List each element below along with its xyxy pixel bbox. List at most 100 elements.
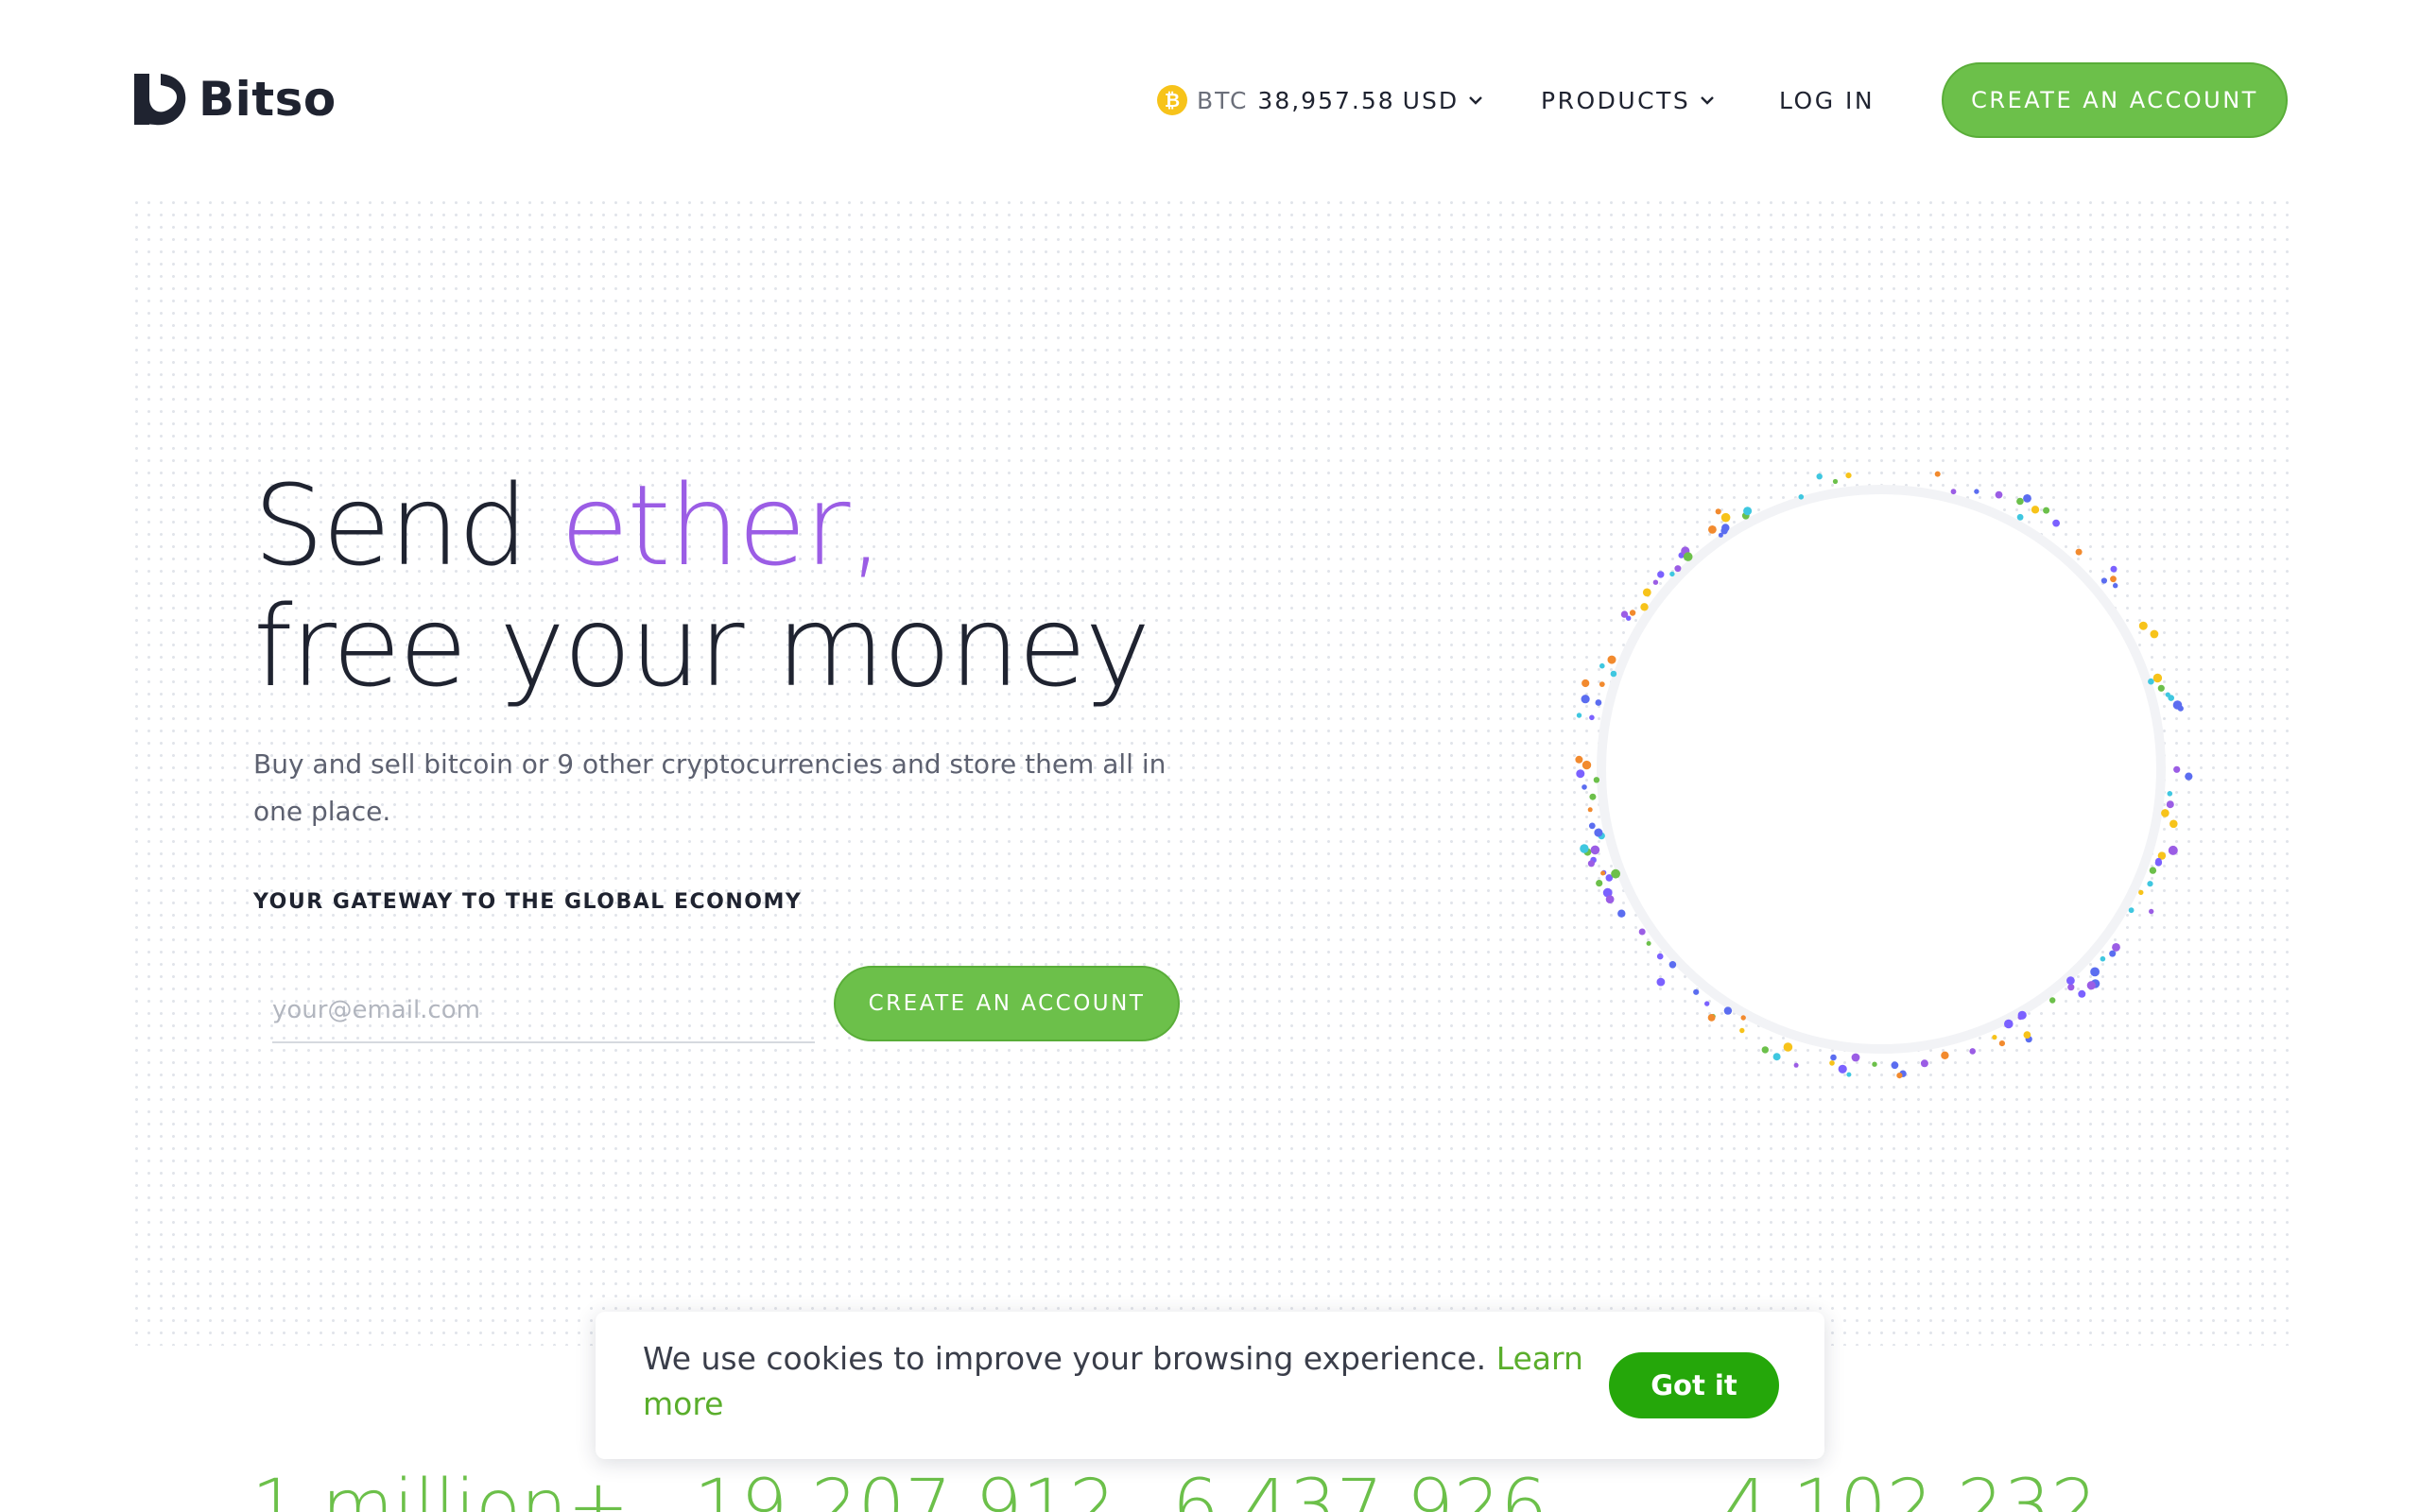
orb-particle — [1830, 1054, 1837, 1061]
orb-particle — [1941, 1051, 1949, 1059]
orb-particle — [2150, 629, 2159, 639]
orb-particle — [2004, 1019, 2014, 1029]
orb-particle — [1610, 670, 1617, 678]
hero-create-account-button[interactable]: CREATE AN ACCOUNT — [834, 966, 1180, 1041]
orb-particle — [1739, 1027, 1745, 1034]
stat-value-2: 19,207,912 — [694, 1465, 1116, 1512]
orb-particle — [2110, 576, 2117, 583]
create-account-button[interactable]: CREATE AN ACCOUNT — [1942, 62, 2288, 138]
orb-particle — [1995, 490, 2003, 499]
orb-particle — [2075, 548, 2083, 556]
cookie-text: We use cookies to improve your browsing … — [643, 1340, 1487, 1377]
orb-particle — [2100, 955, 2106, 962]
orb-particle — [1652, 579, 1659, 585]
bitso-logo[interactable]: Bitso — [132, 72, 337, 127]
orb-particle — [1582, 679, 1590, 688]
bitcoin-icon: ₿ — [1157, 85, 1187, 115]
login-link[interactable]: LOG IN — [1779, 62, 1875, 138]
orb-particle — [1611, 868, 1620, 879]
orb-particle — [2066, 976, 2075, 986]
orb-particle — [2067, 984, 2075, 991]
orb-particle — [1669, 571, 1675, 577]
orb-particle — [1594, 828, 1603, 837]
email-input[interactable] — [272, 979, 815, 1043]
orb-particle — [2017, 1010, 2027, 1020]
orb-particle — [1582, 760, 1592, 770]
orb-particle — [2185, 772, 2193, 781]
orb-particle — [1934, 471, 1941, 477]
orb-particle — [2113, 583, 2118, 589]
products-menu[interactable]: PRODUCTS — [1541, 62, 1717, 138]
orb-particle — [2090, 967, 2100, 977]
orb-particle — [2147, 881, 2153, 887]
orb-particle — [2128, 907, 2135, 914]
orb-particle — [1872, 1061, 1877, 1067]
orb-particle — [1605, 895, 1615, 903]
orb-particle — [1587, 860, 1595, 868]
brand-name: Bitso — [199, 72, 337, 127]
orb-particle — [1596, 880, 1603, 887]
orb-particle — [1723, 1006, 1733, 1015]
orb-particle — [1590, 845, 1600, 855]
orb-particle — [1607, 655, 1616, 664]
orb-particle — [1693, 988, 1700, 995]
orb-particle — [2049, 997, 2056, 1004]
orb-particle — [2148, 678, 2154, 685]
orb-particle — [1704, 1001, 1710, 1006]
cookie-banner: We use cookies to improve your browsing … — [596, 1312, 1824, 1459]
orb-particle — [1950, 489, 1957, 495]
orb-particle — [2100, 577, 2107, 584]
orb-particle — [1595, 699, 1602, 706]
orb-particle — [1646, 940, 1651, 946]
orb-particle — [1657, 571, 1665, 578]
particle-orb-illustration — [1575, 471, 2193, 1079]
orb-particle — [1829, 1060, 1835, 1066]
ticker-symbol: BTC — [1197, 86, 1249, 114]
orb-particle — [1816, 473, 1823, 480]
orb-particle — [2167, 791, 2173, 797]
orb-particle — [1656, 977, 1666, 987]
orb-particle — [2155, 857, 2162, 865]
orb-particle — [1640, 603, 1649, 611]
orb-particle — [2031, 506, 2040, 514]
orb-particle — [2023, 1031, 2031, 1039]
orb-particle — [1581, 695, 1590, 704]
headline-accent: ether, — [560, 460, 884, 591]
orb-particle — [2086, 981, 2096, 990]
site-header: Bitso ₿ BTC 38,957.58 USD PRODUCTS LOG I… — [0, 0, 2420, 198]
orb-particle — [2052, 519, 2060, 527]
orb-particle — [1891, 1061, 1899, 1070]
got-it-button[interactable]: Got it — [1609, 1352, 1779, 1418]
gateway-tagline: YOUR GATEWAY TO THE GLOBAL ECONOMY — [253, 890, 803, 914]
orb-particle — [1992, 1035, 1997, 1040]
orb-particle — [1576, 713, 1582, 718]
cookie-message: We use cookies to improve your browsing … — [643, 1336, 1588, 1427]
stat-value-4: 4,102,232 — [1722, 1465, 2098, 1512]
orb-particle — [1740, 1015, 1746, 1021]
orb-particle — [1851, 1053, 1860, 1062]
orb-particle — [2168, 695, 2174, 701]
orb-particle — [1683, 552, 1693, 561]
orb-particle — [1674, 565, 1682, 573]
orb-particle — [1772, 1053, 1781, 1061]
orb-particle — [1599, 681, 1605, 687]
orb-particle — [1969, 1048, 1976, 1055]
orb-particle — [2016, 513, 2024, 521]
ticker-price: 38,957.58 — [1257, 86, 1395, 114]
orb-particle — [1793, 1062, 1799, 1068]
stats-row: 1 million+ 19,207,912 6,437,926 4,102,23… — [0, 1465, 2420, 1512]
orb-particle — [2149, 908, 2154, 915]
orb-particle — [1721, 524, 1730, 532]
stat-users: 1 million+ — [251, 1465, 630, 1512]
orb-particle — [2157, 684, 2165, 692]
btc-price-ticker[interactable]: ₿ BTC 38,957.58 USD — [1157, 62, 1485, 138]
orb-particle — [2110, 565, 2118, 573]
orb-particle — [1599, 662, 1605, 669]
orb-particle — [1743, 507, 1753, 516]
orb-particle — [2177, 705, 2184, 712]
orb-particle — [1629, 610, 1636, 616]
orb-particle — [1589, 714, 1595, 721]
hero-subtext: Buy and sell bitcoin or 9 other cryptocu… — [253, 748, 1167, 827]
headline-verb: Send — [253, 460, 528, 591]
orb-particle — [1896, 1073, 1903, 1079]
